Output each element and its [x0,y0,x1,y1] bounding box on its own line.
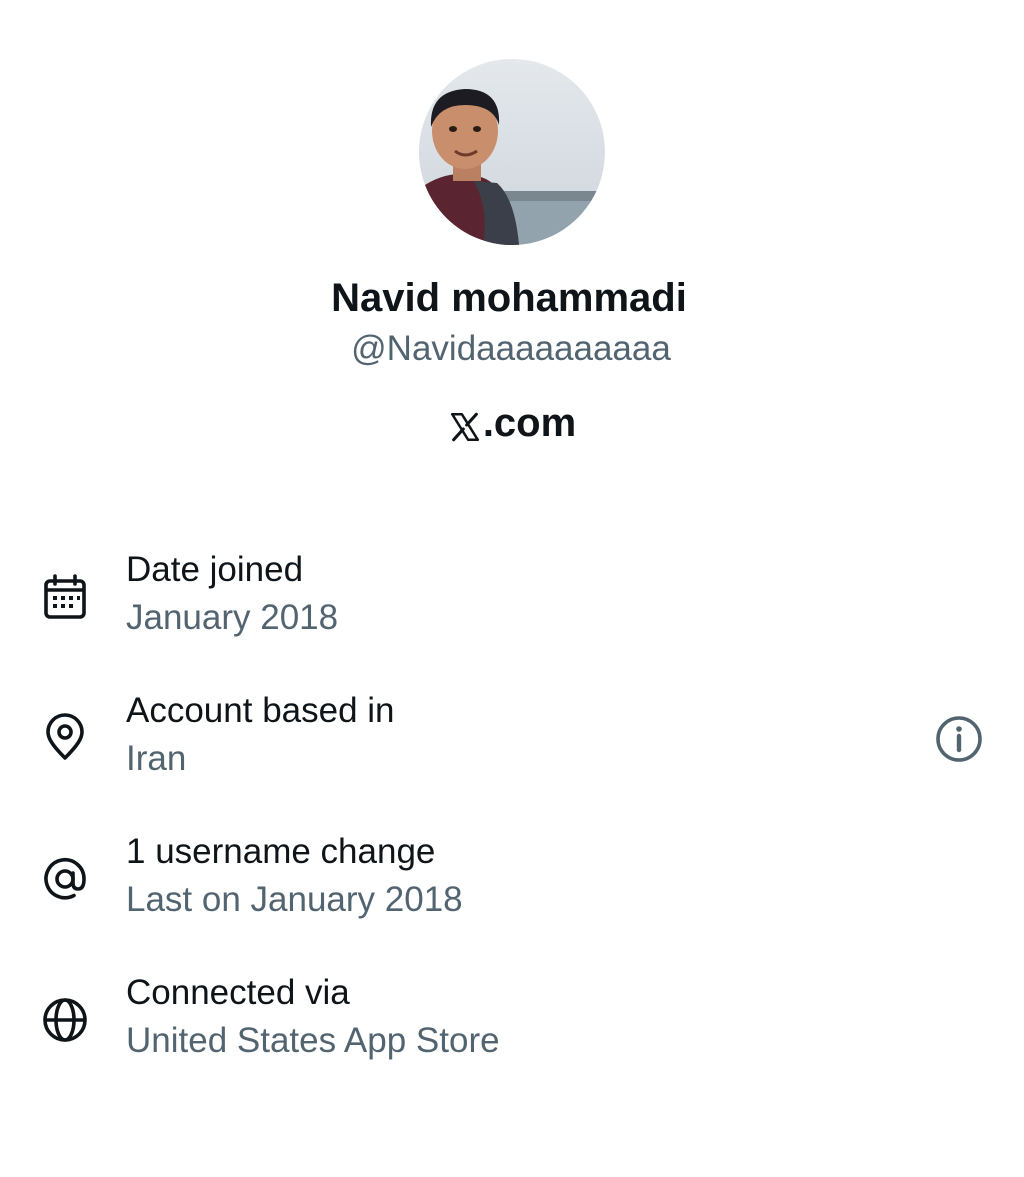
info-icon [936,716,982,762]
avatar-photo [419,59,605,245]
about-row-title: Date joined [126,550,304,589]
about-row-title: Account based in [126,691,395,730]
about-row-title: Connected via [126,973,350,1012]
globe-icon [40,995,90,1045]
avatar[interactable] [419,59,605,245]
location-pin-icon [40,713,90,763]
x-logo-icon [448,406,482,442]
about-row-value: United States App Store [126,1021,500,1060]
about-row-account-based-in: Account based in Iran [0,689,1024,789]
info-button[interactable] [933,713,985,765]
about-row-connected-via: Connected via United States App Store [0,971,1024,1071]
calendar-icon [40,572,90,622]
username-handle: @Navidaaaaaaaaaa [351,329,671,368]
about-row-value: Iran [126,739,187,778]
about-row-date-joined: Date joined January 2018 [0,548,1024,648]
about-row-value: Last on January 2018 [126,880,463,919]
display-name: Navid mohammadi [331,276,687,320]
brand-domain: .com [0,398,1024,448]
about-row-title: 1 username change [126,832,436,871]
about-row-value: January 2018 [126,598,339,637]
at-sign-icon [40,854,90,904]
brand-domain-text: .com [482,401,577,445]
about-row-username-change: 1 username change Last on January 2018 [0,830,1024,930]
